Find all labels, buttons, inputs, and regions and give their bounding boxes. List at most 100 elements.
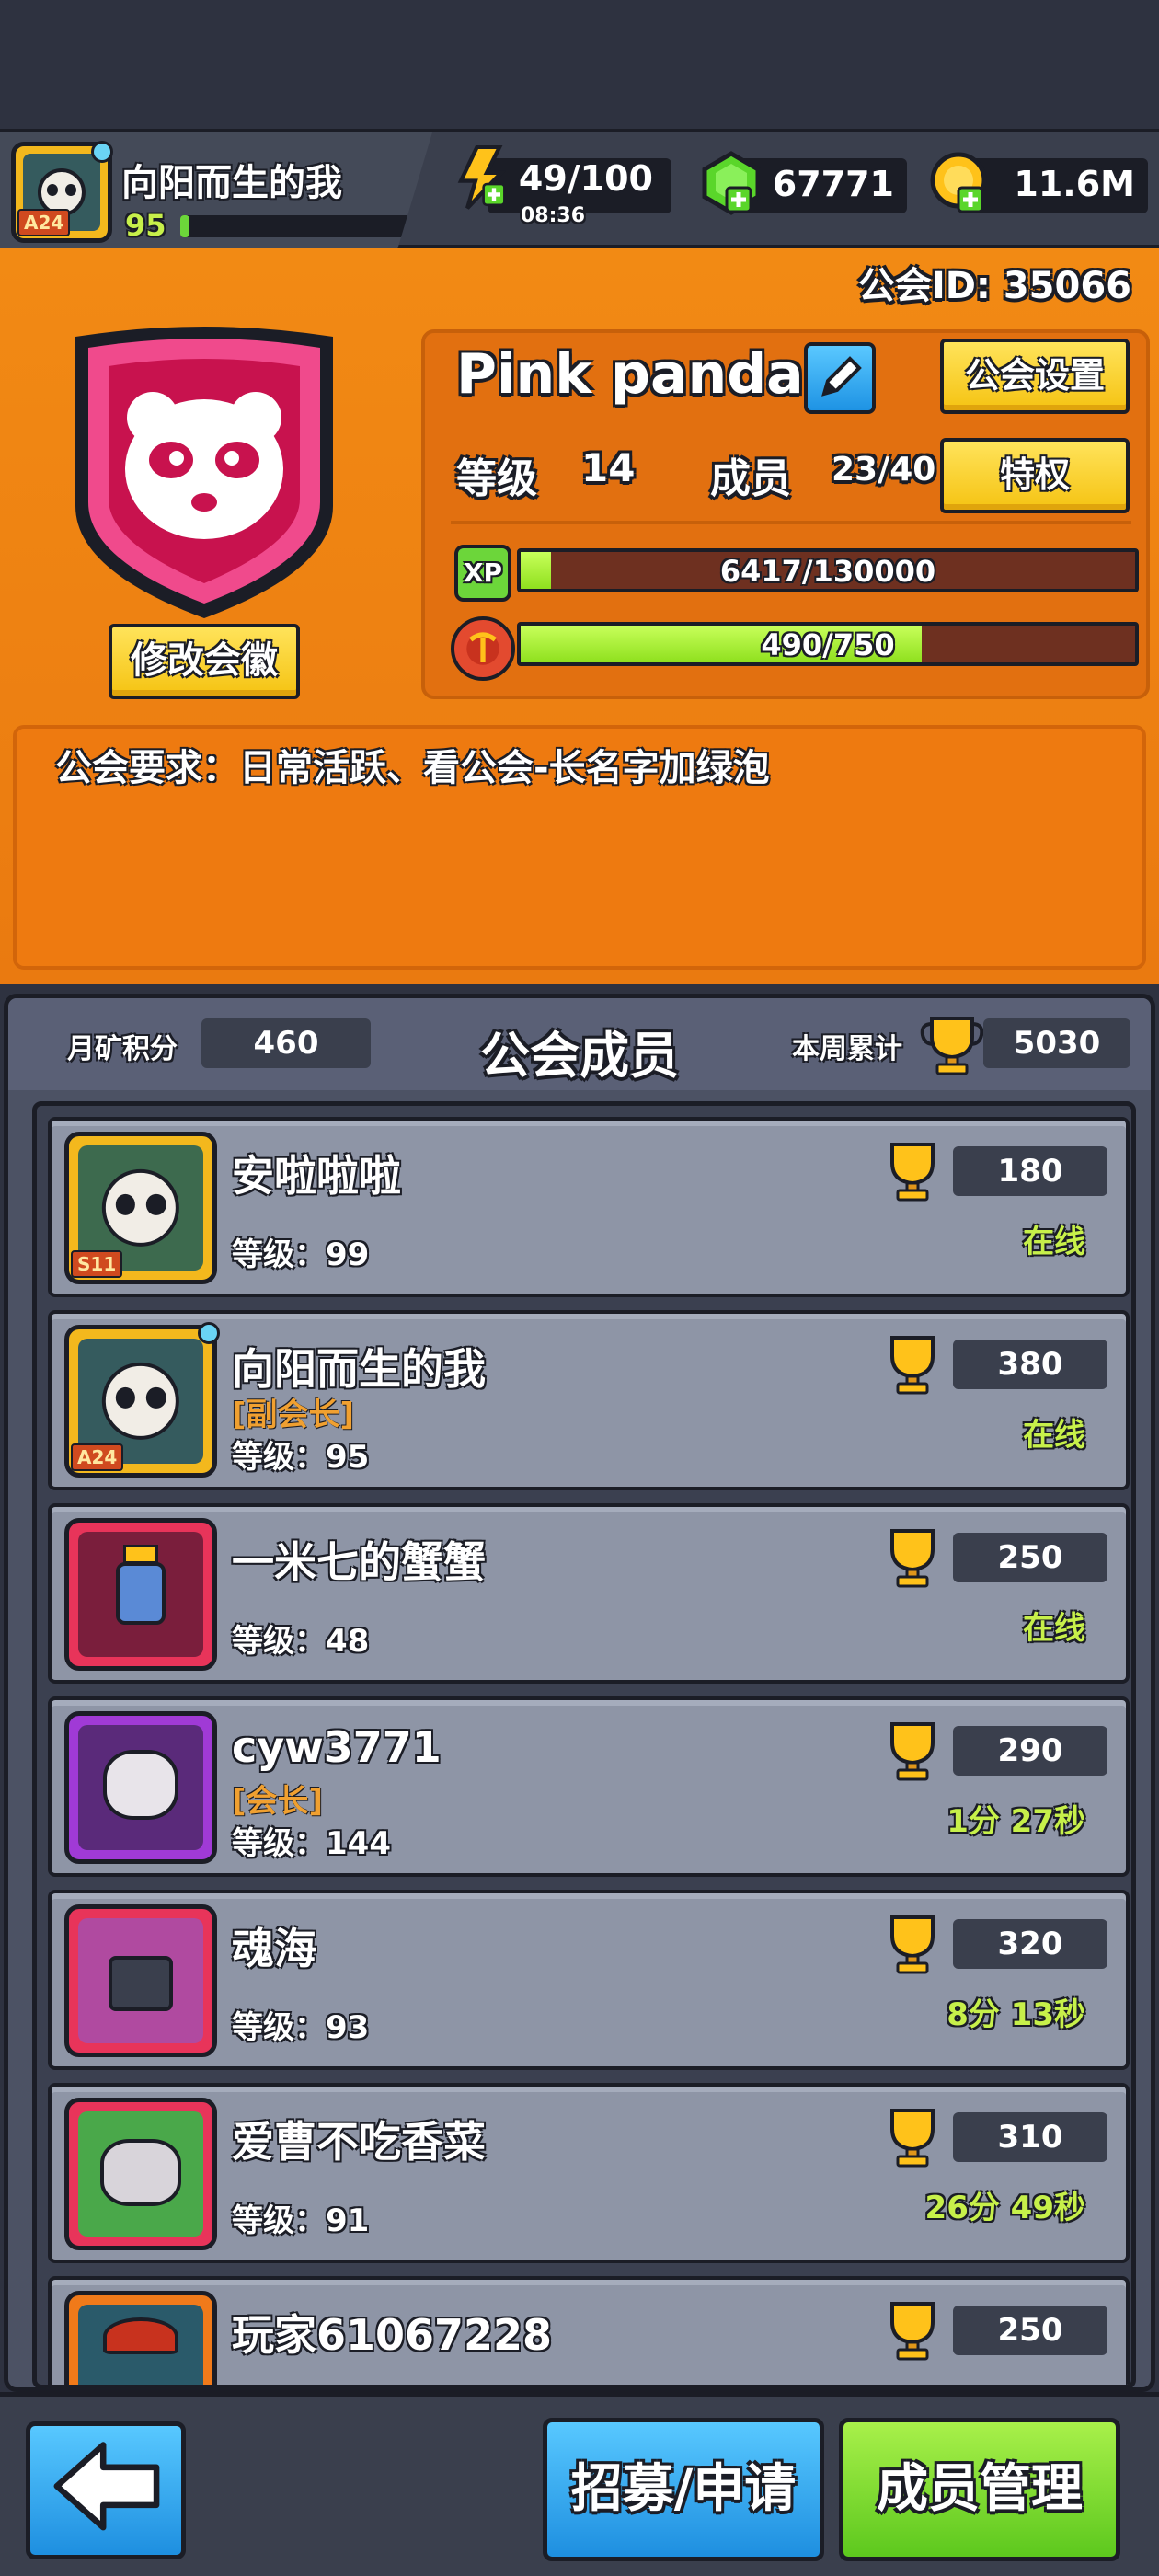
member-name: 向阳而生的我 — [232, 1344, 486, 1394]
change-emblem-button[interactable]: 修改会徽 — [109, 624, 300, 699]
member-score: 180 — [953, 1146, 1107, 1196]
member-score: 320 — [953, 1919, 1107, 1969]
coins-value: 11.6M — [1014, 164, 1135, 204]
member-row[interactable]: A24 向阳而生的我 [副会长] 等级：95 380 在线 — [48, 1310, 1130, 1490]
members-header: 月矿积分 460 公会成员 本周累计 5030 — [8, 998, 1151, 1090]
weekly-total-value: 5030 — [983, 1018, 1130, 1068]
guild-members-value: 23/40 — [832, 451, 936, 489]
energy-timer: 08:36 — [521, 204, 586, 227]
member-status: 在线 — [1023, 1224, 1085, 1260]
members-list[interactable]: S11 安啦啦啦 等级：99 180 在线 A24 向阳而生的我 [副会长] 等… — [32, 1101, 1136, 2387]
edit-name-button[interactable] — [804, 342, 876, 414]
guild-members-panel: 月矿积分 460 公会成员 本周累计 5030 S11 安啦啦啦 等级：99 1… — [4, 994, 1155, 2392]
member-level: 等级：91 — [232, 2202, 370, 2239]
member-level: 等级：95 — [232, 1439, 370, 1476]
crown-icon — [122, 1544, 159, 1565]
knight-avatar-icon — [115, 1561, 166, 1625]
guild-mine-bar: 490/750 — [517, 622, 1139, 666]
member-name: 安啦啦啦 — [232, 1151, 401, 1201]
member-level: 等级：99 — [232, 1236, 370, 1273]
avatar-rank-badge: A24 — [17, 209, 71, 236]
ninja-avatar-icon — [108, 1955, 174, 2011]
member-avatar — [64, 2291, 217, 2385]
member-score: 250 — [953, 1533, 1107, 1582]
guild-name: Pink panda — [456, 342, 804, 407]
edit-icon — [821, 356, 862, 397]
trophy-icon — [890, 1915, 935, 1974]
member-name: 一米七的蟹蟹 — [232, 1537, 486, 1587]
recruit-apply-button[interactable]: 招募/申请 — [543, 2418, 824, 2561]
member-avatar — [64, 2098, 217, 2250]
member-status: 1分 27秒 — [947, 1803, 1085, 1840]
weekly-total-label: 本周累计 — [792, 1033, 902, 1065]
player-avatar[interactable]: A24 — [11, 141, 113, 243]
guild-members-label: 成员 — [710, 455, 791, 502]
player-xp-bar — [180, 215, 410, 237]
back-button[interactable] — [26, 2421, 186, 2559]
trophy-icon — [890, 1143, 935, 1202]
guild-level-label: 等级 — [456, 455, 537, 502]
member-level: 等级：144 — [232, 1825, 391, 1862]
guild-settings-button[interactable]: 公会设置 — [940, 339, 1130, 414]
trophy-icon — [890, 1529, 935, 1588]
guild-emblem[interactable] — [57, 322, 351, 626]
guild-xp-bar: 6417/130000 — [517, 548, 1139, 592]
member-row[interactable]: 一米七的蟹蟹 等级：48 250 在线 — [48, 1503, 1130, 1684]
member-row[interactable]: S11 安啦啦啦 等级：99 180 在线 — [48, 1117, 1130, 1297]
member-name: 魂海 — [232, 1924, 316, 1973]
guild-id: 公会ID: 35066 — [857, 265, 1131, 307]
member-score: 310 — [953, 2112, 1107, 2162]
member-row[interactable]: 爱曹不吃香菜 等级：91 310 26分 49秒 — [48, 2083, 1130, 2263]
member-score: 250 — [953, 2306, 1107, 2355]
cat-avatar-icon — [100, 2138, 181, 2207]
member-rank-badge: A24 — [71, 1443, 124, 1471]
energy-icon — [457, 145, 506, 210]
panda-avatar-icon — [101, 1362, 180, 1441]
member-status: 在线 — [1023, 1610, 1085, 1647]
trophy-icon — [890, 2109, 935, 2168]
member-avatar — [64, 1904, 217, 2057]
member-name: cyw3771 — [232, 1722, 442, 1772]
member-score: 380 — [953, 1340, 1107, 1389]
energy-value: 49/100 — [518, 158, 653, 199]
privilege-button[interactable]: 特权 — [940, 438, 1130, 513]
player-name: 向阳而生的我 — [121, 162, 342, 204]
member-status: 8分 13秒 — [947, 1996, 1085, 2033]
member-score: 290 — [953, 1726, 1107, 1776]
member-avatar: A24 — [64, 1322, 220, 1478]
coin-icon — [930, 152, 987, 213]
info-divider — [451, 521, 1131, 524]
gem-icon — [702, 151, 761, 215]
member-status: 在线 — [1023, 1417, 1085, 1454]
member-level: 等级：93 — [232, 2009, 370, 2046]
guild-mine-text: 490/750 — [761, 627, 895, 662]
member-row[interactable]: 魂海 等级：93 320 8分 13秒 — [48, 1890, 1130, 2070]
member-name: 玩家61067228 — [232, 2310, 553, 2360]
member-avatar — [64, 1711, 217, 1864]
xp-icon: XP — [454, 545, 511, 602]
member-avatar: S11 — [64, 1132, 217, 1284]
gems-value: 67771 — [772, 164, 894, 204]
member-row[interactable]: cyw3771 [会长] 等级：144 290 1分 27秒 — [48, 1696, 1130, 1877]
member-status: 26分 49秒 — [924, 2190, 1085, 2226]
top-resource-bar: A24 向阳而生的我 95 49/100 08:36 67771 11.6M — [0, 129, 1159, 248]
star-icon — [91, 141, 113, 163]
member-rank-badge: S11 — [71, 1250, 123, 1278]
star-icon — [198, 1322, 220, 1344]
member-avatar — [64, 1518, 217, 1671]
player-card[interactable]: A24 向阳而生的我 95 — [0, 132, 432, 248]
member-role: [副会长] — [232, 1397, 355, 1433]
guild-level-value: 14 — [581, 445, 636, 490]
guild-xp-text: 6417/130000 — [719, 554, 936, 589]
beret-avatar-icon — [103, 2317, 178, 2355]
trophy-icon — [890, 1336, 935, 1395]
member-management-button[interactable]: 成员管理 — [839, 2418, 1120, 2561]
trophy-icon — [890, 2302, 935, 2361]
trophy-icon — [920, 1017, 984, 1075]
panda-emblem-icon — [125, 392, 283, 539]
member-row[interactable]: 玩家61067228 250 — [48, 2276, 1130, 2385]
back-arrow-icon — [53, 2442, 160, 2531]
pickaxe-icon — [451, 616, 515, 681]
guild-requirement-text: 公会要求：日常活跃、看公会-长名字加绿泡 — [55, 747, 770, 789]
member-name: 爱曹不吃香菜 — [232, 2117, 486, 2167]
